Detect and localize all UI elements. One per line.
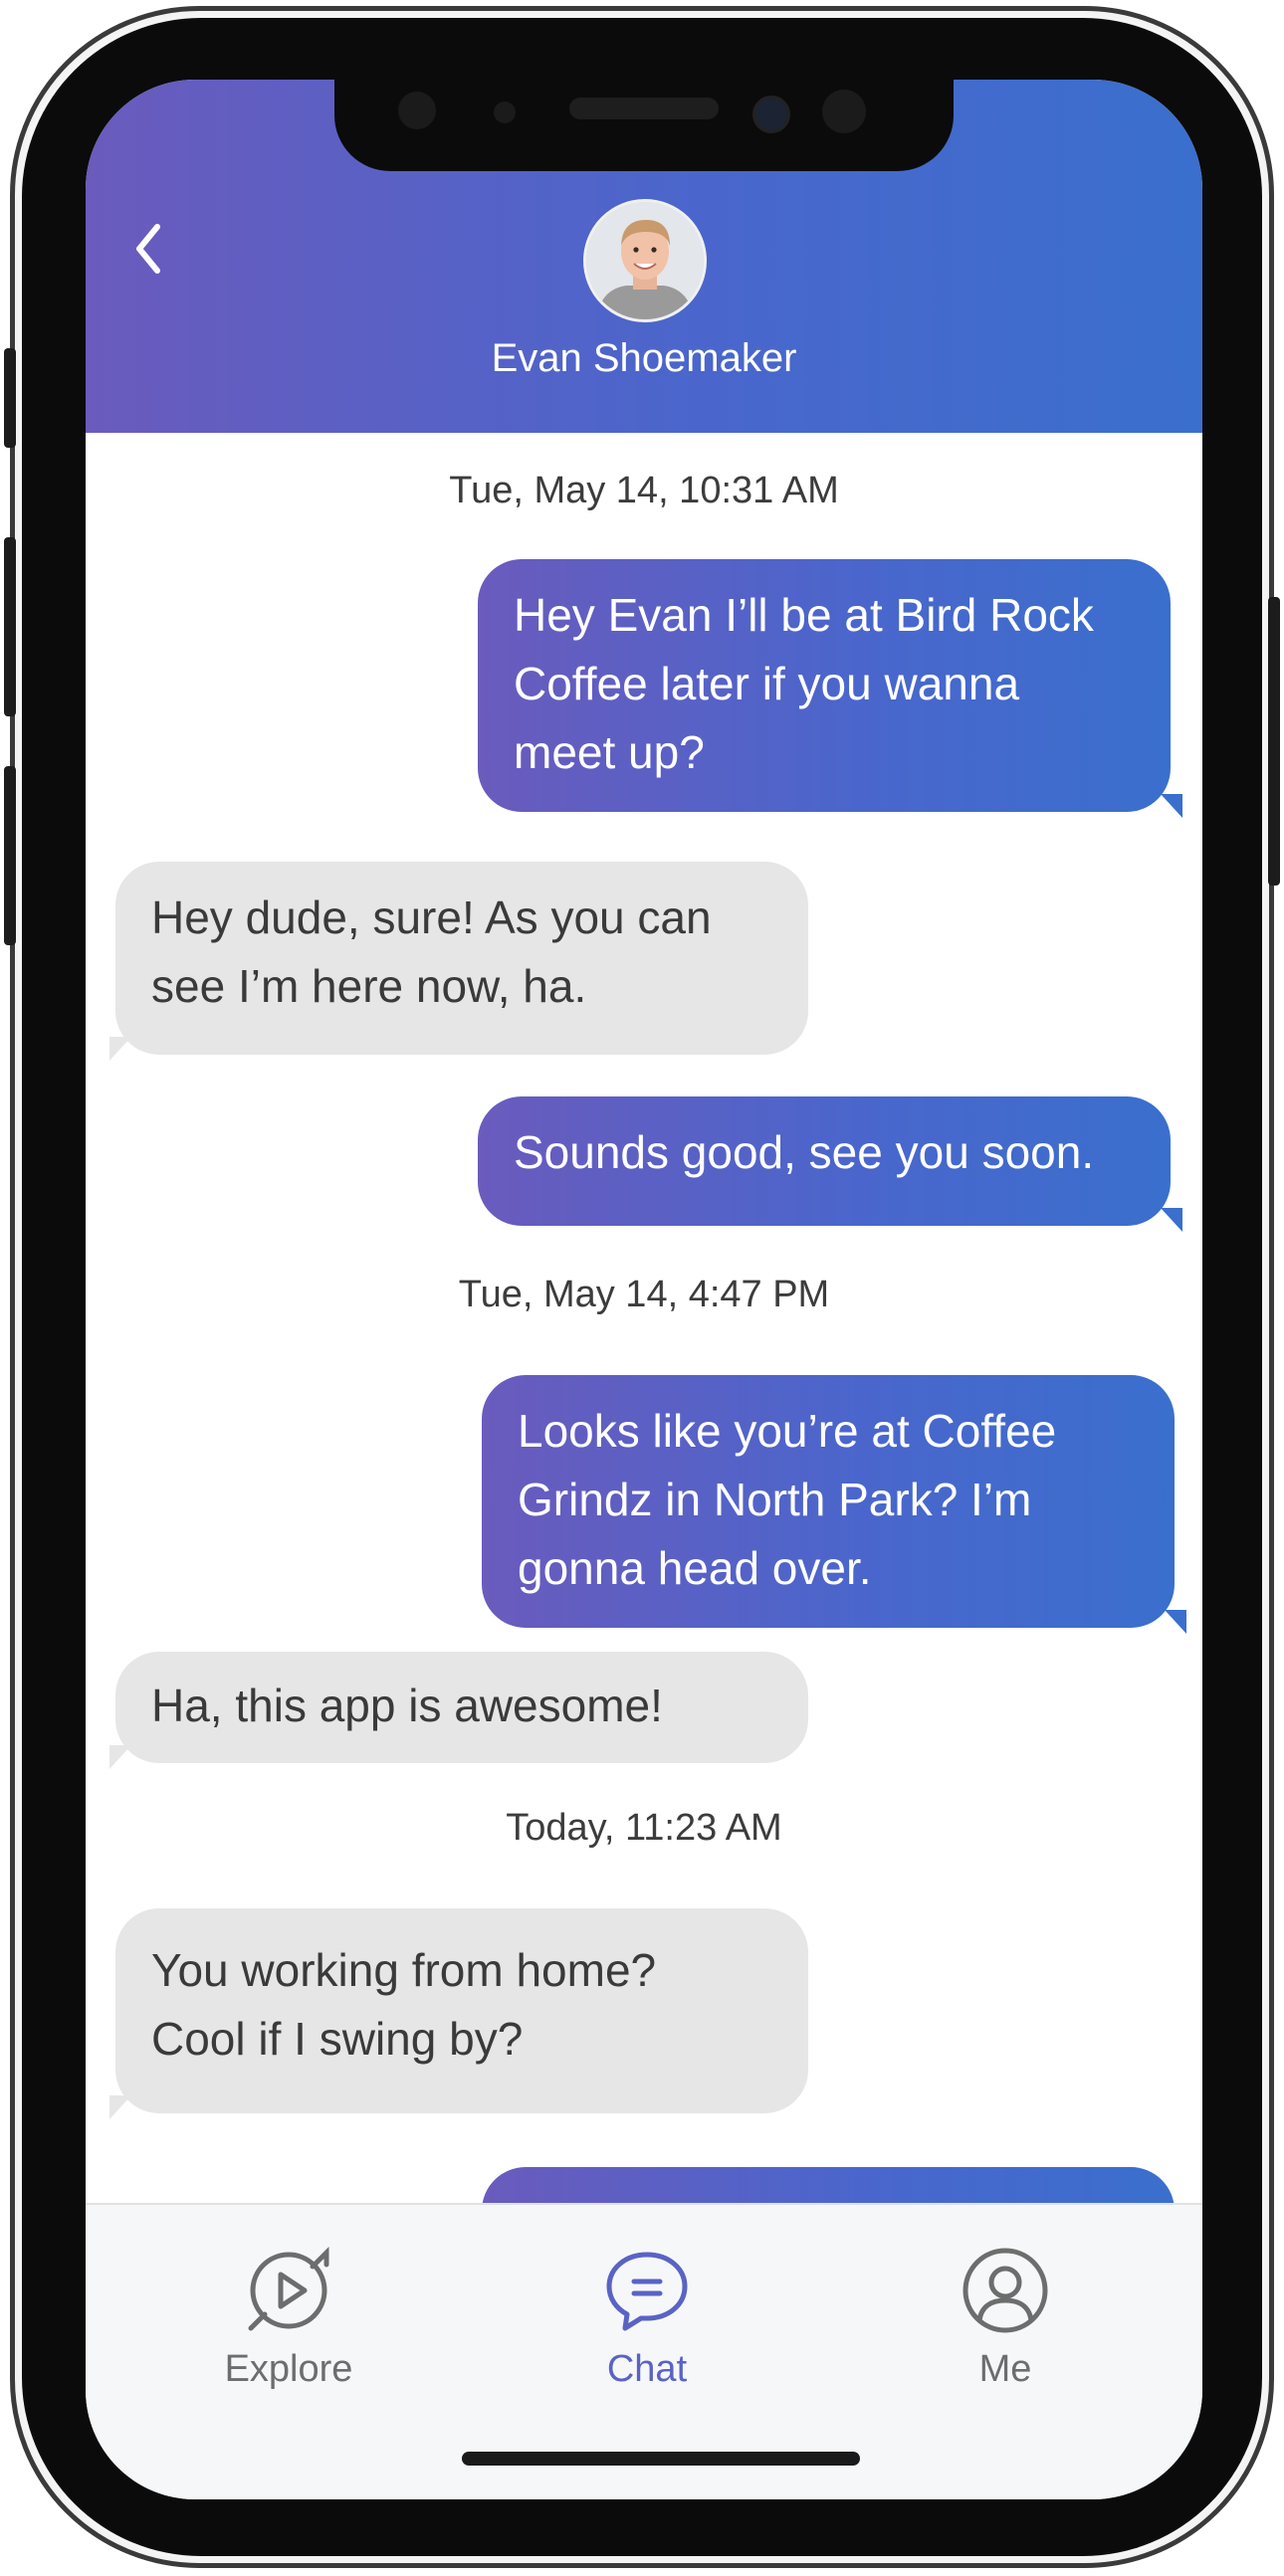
avatar-photo (586, 202, 704, 319)
front-camera (752, 96, 790, 133)
home-indicator[interactable] (462, 2452, 860, 2466)
tab-label: Chat (606, 2348, 688, 2390)
message-bubble-outgoing[interactable]: Looks like you’re at Coffee Grindz in No… (482, 1375, 1175, 1628)
chevron-left-icon (136, 224, 160, 274)
volume-up-button (4, 537, 16, 716)
message-bubble-outgoing[interactable]: Hey Evan I’ll be at Bird Rock Coffee lat… (478, 559, 1171, 812)
avatar[interactable] (583, 199, 707, 322)
profile-icon (963, 2248, 1048, 2333)
message-line: Hey dude, sure! As you can (151, 892, 712, 943)
bubble-tail (109, 1745, 131, 1769)
silent-switch (4, 348, 16, 448)
timestamp: Today, 11:23 AM (506, 1807, 782, 1849)
screen: Evan Shoemaker Tue, May 14, 10:31 AM Hey… (86, 80, 1202, 2499)
camera-dot (398, 92, 436, 129)
proximity-sensor (822, 90, 866, 133)
message-line: meet up? (514, 726, 705, 778)
message-bubble-incoming[interactable]: You working from home? Cool if I swing b… (115, 1908, 808, 2113)
volume-down-button (4, 766, 16, 945)
power-button (1268, 597, 1280, 886)
message-bubble-incoming[interactable]: Ha, this app is awesome! (115, 1652, 808, 1763)
explore-icon (248, 2246, 329, 2331)
message-line: You working from home? (151, 1944, 657, 1996)
timestamp: Tue, May 14, 10:31 AM (449, 470, 839, 511)
message-bubble-outgoing[interactable]: Sounds good, see you soon. (478, 1096, 1171, 1226)
contact-name[interactable]: Evan Shoemaker (86, 336, 1202, 381)
notch (334, 80, 954, 171)
message-line: see I’m here now, ha. (151, 960, 587, 1012)
back-button[interactable] (129, 219, 169, 279)
tab-label: Me (978, 2348, 1032, 2390)
bubble-tail (109, 1037, 131, 1061)
earpiece-speaker (569, 98, 719, 119)
message-line: Coffee later if you wanna (514, 658, 1020, 709)
bubble-tail (109, 2095, 131, 2119)
bubble-tail (1161, 1208, 1182, 1232)
message-line: Hey Evan I’ll be at Bird Rock (514, 589, 1094, 641)
timestamp: Tue, May 14, 4:47 PM (458, 1274, 830, 1315)
message-bubble-incoming[interactable]: Hey dude, sure! As you can see I’m here … (115, 862, 808, 1055)
message-line: gonna head over. (518, 1542, 872, 1594)
tab-label: Explore (224, 2348, 353, 2390)
bubble-tail (1161, 794, 1182, 818)
message-line: Sounds good, see you soon. (514, 1126, 1095, 1178)
bubble-tail (1165, 1610, 1186, 1634)
tab-explore[interactable]: Explore (169, 2245, 408, 2391)
tab-chat[interactable]: Chat (528, 2245, 766, 2391)
sensor-dot (494, 101, 516, 123)
chat-icon (606, 2252, 688, 2331)
message-line: Ha, this app is awesome! (151, 1680, 663, 1731)
message-line: Looks like you’re at Coffee (518, 1405, 1057, 1457)
tab-me[interactable]: Me (886, 2245, 1125, 2391)
message-line: Cool if I swing by? (151, 2013, 524, 2065)
message-line: Grindz in North Park? I’m (518, 1474, 1032, 1525)
